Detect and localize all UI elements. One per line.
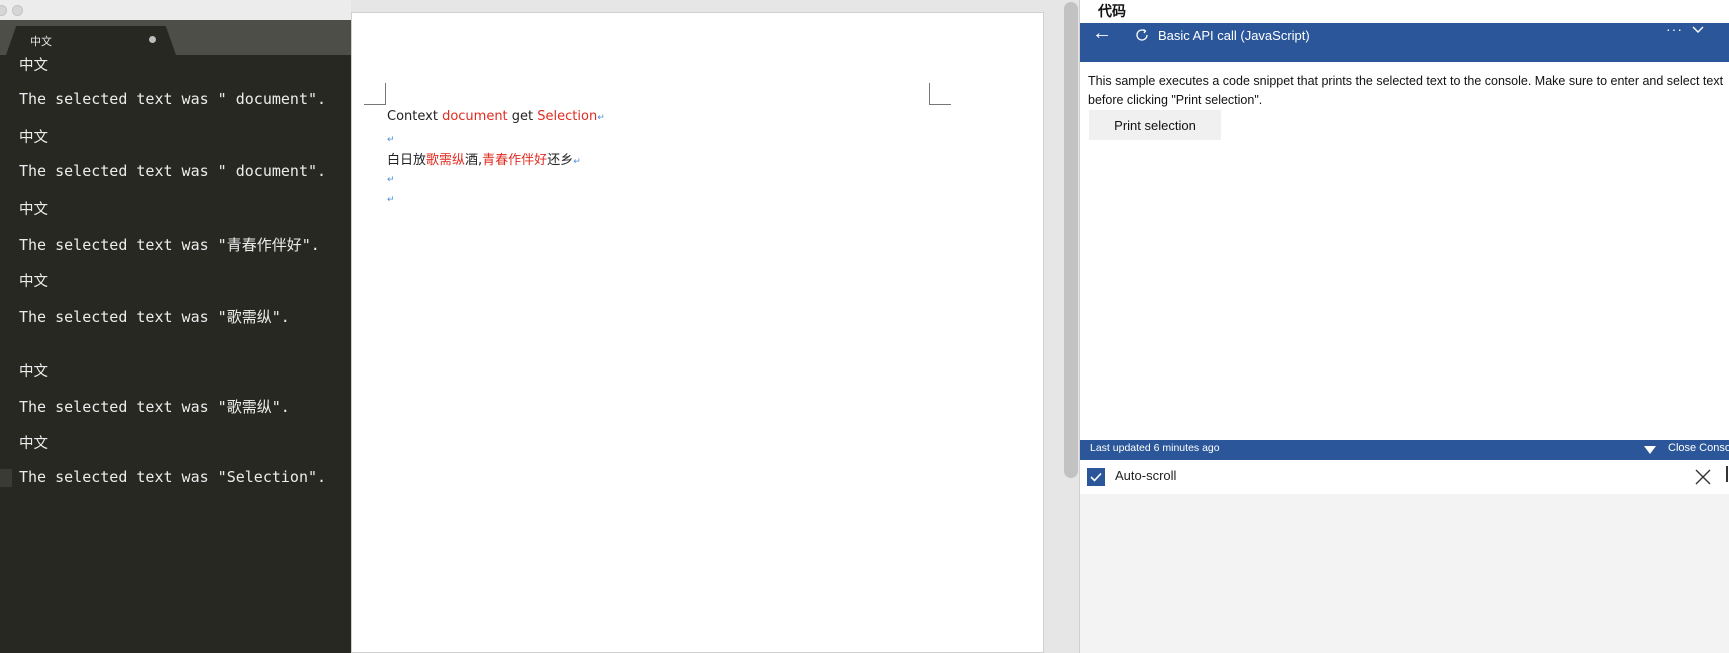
paragraph-mark-icon: ↵: [387, 175, 395, 185]
document-page[interactable]: Context document get Selection↵ ↵ 白日放歌需纵…: [351, 12, 1044, 653]
document-area: Context document get Selection↵ ↵ 白日放歌需纵…: [351, 0, 1071, 653]
console-output[interactable]: [1080, 494, 1729, 653]
refresh-icon[interactable]: [1134, 27, 1150, 43]
paragraph-mark-icon: ↵: [387, 135, 395, 145]
unsaved-dot-icon[interactable]: [149, 36, 156, 43]
paragraph-mark-icon: ↵: [597, 113, 605, 123]
addin-header: ← Basic API call (JavaScript) ···: [1080, 21, 1729, 62]
caret-down-icon[interactable]: [1644, 446, 1656, 454]
text-run-red: 青春作伴好: [482, 153, 548, 168]
edge-marker: [1726, 466, 1728, 482]
text-run-red: Selection: [537, 109, 598, 124]
screen: 中文 中文 The selected text was " document".…: [0, 0, 1729, 653]
log-heading: 中文: [19, 202, 48, 218]
console-toolbar: Auto-scroll: [1080, 460, 1729, 494]
paragraph-mark-icon: ↵: [387, 195, 395, 205]
log-heading: 中文: [19, 130, 48, 146]
console-status-bar: Last updated 6 minutes ago Close Console: [1080, 440, 1729, 460]
back-arrow-icon[interactable]: ←: [1092, 23, 1116, 45]
more-options-icon[interactable]: ···: [1666, 21, 1683, 37]
log-heading: 中文: [19, 274, 48, 290]
snippet-title: Basic API call (JavaScript): [1158, 28, 1310, 43]
autoscroll-checkbox[interactable]: [1087, 468, 1105, 486]
text-run-red: document: [442, 109, 508, 124]
editor-tab-label: 中文: [30, 35, 52, 48]
text-run: Context: [387, 109, 443, 124]
text-run: 白日放: [387, 153, 427, 168]
log-heading: 中文: [19, 58, 48, 74]
text-run: 还乡: [547, 153, 574, 168]
paragraph-1[interactable]: Context document get Selection↵: [387, 109, 605, 124]
editor-titlebar: [0, 0, 351, 20]
paragraph-2[interactable]: ↵: [387, 131, 395, 146]
console-editor: 中文 中文 The selected text was " document".…: [0, 0, 351, 653]
window-minimize-icon[interactable]: [12, 5, 23, 16]
log-message: The selected text was " document".: [19, 90, 327, 108]
chevron-down-icon[interactable]: [1692, 25, 1704, 35]
document-scrollbar-thumb[interactable]: [1064, 2, 1078, 478]
log-heading: 中文: [19, 364, 48, 380]
pane-title: 代码: [1098, 4, 1126, 20]
log-heading: 中文: [19, 436, 48, 452]
print-selection-button[interactable]: Print selection: [1089, 110, 1221, 140]
close-icon[interactable]: [1694, 468, 1712, 486]
log-message: The selected text was " document".: [19, 162, 327, 180]
checkmark-icon: [1090, 472, 1102, 482]
addin-pane: 代码 ← Basic API call (JavaScript) ··· Thi…: [1079, 0, 1729, 653]
sample-description: This sample executes a code snippet that…: [1088, 74, 1724, 107]
paragraph-5[interactable]: ↵: [387, 191, 395, 206]
autoscroll-label: Auto-scroll: [1115, 468, 1177, 483]
last-updated-text: Last updated 6 minutes ago: [1090, 442, 1220, 454]
current-line-marker: [0, 469, 12, 487]
margin-corner-top-right: [929, 83, 951, 105]
paragraph-4[interactable]: ↵: [387, 171, 395, 186]
log-message: The selected text was "Selection".: [19, 468, 327, 486]
margin-corner-top-left: [364, 83, 386, 105]
text-run-red: 歌需纵: [426, 153, 466, 168]
paragraph-mark-icon: ↵: [573, 157, 581, 167]
log-message: The selected text was "青春作伴好".: [19, 236, 320, 254]
log-message: The selected text was "歌需纵".: [19, 308, 290, 326]
log-message: The selected text was "歌需纵".: [19, 398, 290, 416]
paragraph-3[interactable]: 白日放歌需纵酒,青春作伴好还乡↵: [387, 149, 581, 168]
text-run: 酒,: [465, 153, 483, 168]
window-close-icon[interactable]: [0, 5, 7, 16]
text-run: get: [507, 109, 538, 124]
close-console-button[interactable]: Close Console: [1668, 442, 1729, 454]
